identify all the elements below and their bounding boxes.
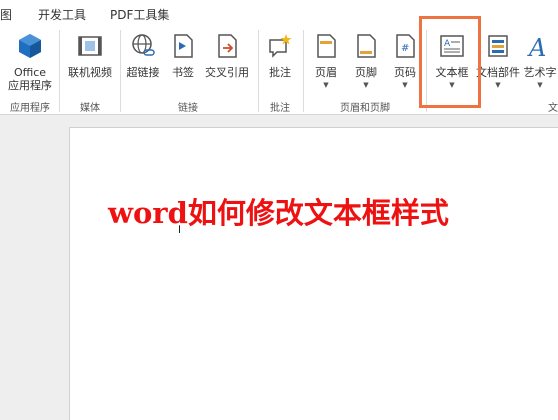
group-comments-label: 批注 <box>270 103 290 114</box>
chevron-down-icon: ▼ <box>537 81 543 89</box>
new-comment-button[interactable]: 批注 <box>262 30 298 102</box>
bookmark-button[interactable]: 书签 <box>166 30 200 102</box>
tab-view[interactable]: 图 <box>0 6 12 23</box>
page-footer-icon <box>357 34 376 58</box>
wordart-button[interactable]: A 艺术字 ▼ <box>522 30 558 102</box>
bookmark-label: 书签 <box>172 66 194 79</box>
document-parts-button[interactable]: 文档部件 ▼ <box>476 30 520 102</box>
group-separator <box>258 30 259 112</box>
document-page[interactable] <box>69 127 558 420</box>
wordart-icon: A <box>527 34 546 60</box>
comment-icon <box>269 34 292 58</box>
footer-button[interactable]: 页脚 ▼ <box>349 30 383 102</box>
chevron-down-icon: ▼ <box>323 81 329 89</box>
group-separator <box>303 30 304 112</box>
group-header-footer-label: 页眉和页脚 <box>340 103 390 114</box>
online-video-label: 联机视频 <box>68 66 112 79</box>
new-comment-label: 批注 <box>269 66 291 79</box>
wordart-label: 艺术字 <box>523 66 557 79</box>
page-number-label: 页码 <box>394 66 416 79</box>
cross-reference-icon <box>218 34 237 58</box>
svg-text:A: A <box>527 34 546 60</box>
hyperlink-button[interactable]: 超链接 <box>124 30 162 102</box>
page-header-icon <box>317 34 336 58</box>
film-icon <box>78 36 102 56</box>
page-number-button[interactable]: # 页码 ▼ <box>389 30 421 102</box>
page-number-icon: # <box>396 34 415 58</box>
hyperlink-label: 超链接 <box>126 66 160 79</box>
text-box-highlight <box>419 16 481 108</box>
header-label: 页眉 <box>315 66 337 79</box>
cross-reference-button[interactable]: 交叉引用 <box>202 30 252 102</box>
chevron-down-icon: ▼ <box>363 81 369 89</box>
office-apps-label: Office 应用程序 <box>8 66 52 92</box>
document-parts-label: 文档部件 <box>476 66 520 79</box>
group-apps-label: 应用程序 <box>10 103 50 114</box>
online-video-button[interactable]: 联机视频 <box>64 30 116 102</box>
group-text-label: 文 <box>548 103 558 114</box>
header-button[interactable]: 页眉 ▼ <box>309 30 343 102</box>
office-store-icon <box>19 34 41 58</box>
quick-parts-icon <box>488 35 508 57</box>
tab-developer[interactable]: 开发工具 <box>38 6 86 23</box>
overlay-title: word如何修改文本框样式 <box>108 196 449 230</box>
group-media-label: 媒体 <box>80 103 100 114</box>
footer-label: 页脚 <box>355 66 377 79</box>
tab-pdf-tools[interactable]: PDF工具集 <box>110 6 169 23</box>
cross-reference-label: 交叉引用 <box>205 66 249 79</box>
chevron-down-icon: ▼ <box>495 81 501 89</box>
globe-link-icon <box>132 34 155 56</box>
chevron-down-icon: ▼ <box>402 81 408 89</box>
group-separator <box>120 30 121 112</box>
group-links-label: 链接 <box>178 103 198 114</box>
svg-text:#: # <box>401 43 409 54</box>
group-separator <box>59 30 60 112</box>
bookmark-icon <box>174 34 193 58</box>
office-apps-button[interactable]: Office 应用程序 <box>8 30 52 102</box>
